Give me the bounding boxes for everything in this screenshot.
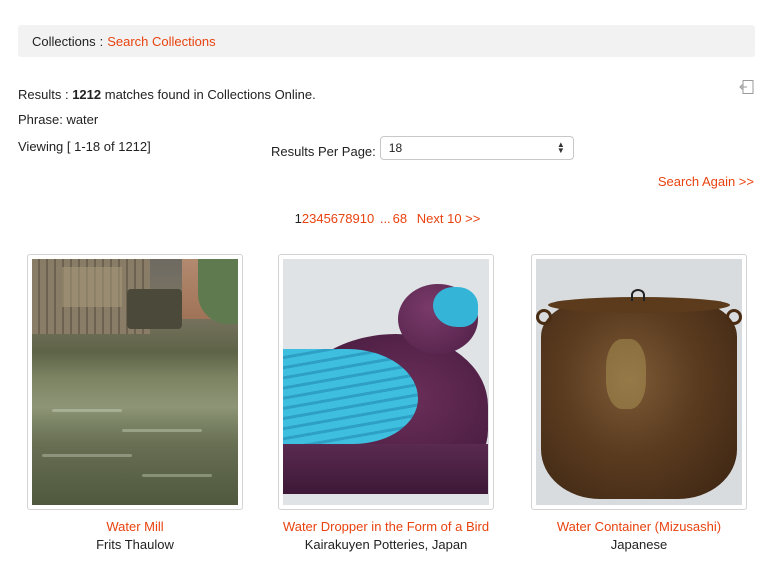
pagination-page[interactable]: 6 <box>331 211 338 226</box>
results-summary: Results : 1212 matches found in Collecti… <box>18 87 316 102</box>
results-per-page-value: 18 <box>388 141 403 155</box>
results-per-page-label: Results Per Page: <box>271 143 376 159</box>
result-thumbnail[interactable] <box>531 254 747 510</box>
results-suffix: matches found in Collections Online. <box>104 87 316 102</box>
pagination-next-link[interactable]: Next 10 >> <box>417 211 481 226</box>
breadcrumb-separator: : <box>99 33 104 49</box>
select-arrows-icon: ▲ ▼ <box>556 140 565 155</box>
results-per-page-select[interactable]: 18 ▲ ▼ <box>379 136 574 160</box>
pagination-page[interactable]: 3 <box>309 211 316 226</box>
result-thumbnail[interactable] <box>27 254 243 510</box>
pagination-page[interactable]: 9 <box>353 211 360 226</box>
export-icon[interactable] <box>739 79 755 95</box>
water-container-image <box>536 259 742 505</box>
pagination-page[interactable]: 5 <box>324 211 331 226</box>
result-title-link[interactable]: Water Dropper in the Form of a Bird <box>278 518 494 536</box>
result-card: Water Dropper in the Form of a Bird Kair… <box>278 254 494 554</box>
result-card: Water Mill Frits Thaulow <box>27 254 243 554</box>
pagination: 12345678910 ... 68 Next 10 >> <box>0 211 775 226</box>
result-thumbnail[interactable] <box>278 254 494 510</box>
pagination-page[interactable]: 7 <box>338 211 345 226</box>
pagination-page[interactable]: 4 <box>316 211 323 226</box>
result-artist: Kairakuyen Potteries, Japan <box>304 537 468 552</box>
pagination-current-page: 1 <box>294 211 302 226</box>
result-card: Water Container (Mizusashi) Japanese <box>531 254 747 554</box>
breadcrumb: Collections : Search Collections <box>18 25 755 57</box>
pagination-ellipsis: ... <box>379 211 391 226</box>
result-title-link[interactable]: Water Mill <box>27 518 243 536</box>
viewing-range: Viewing [ 1-18 of 1212] <box>18 139 151 154</box>
pagination-page[interactable]: 10 <box>360 211 374 226</box>
water-dropper-bird-image <box>283 259 489 505</box>
results-label: Results : <box>18 87 69 102</box>
result-artist: Japanese <box>610 537 668 552</box>
phrase-line: Phrase: water <box>18 112 98 127</box>
results-count: 1212 <box>72 87 102 102</box>
results-per-page: Results Per Page: 18 ▲ ▼ <box>271 136 574 160</box>
breadcrumb-search-collections-link[interactable]: Search Collections <box>107 34 215 49</box>
pagination-page[interactable]: 2 <box>302 211 309 226</box>
breadcrumb-root: Collections <box>32 33 96 49</box>
search-again-link[interactable]: Search Again >> <box>658 174 754 189</box>
result-title-link[interactable]: Water Container (Mizusashi) <box>531 518 747 536</box>
water-mill-image <box>32 259 238 505</box>
phrase-value: water <box>66 112 99 127</box>
pagination-page[interactable]: 8 <box>345 211 352 226</box>
phrase-label: Phrase: <box>18 112 63 127</box>
result-artist: Frits Thaulow <box>96 537 174 552</box>
pagination-last-page[interactable]: 68 <box>393 211 407 226</box>
